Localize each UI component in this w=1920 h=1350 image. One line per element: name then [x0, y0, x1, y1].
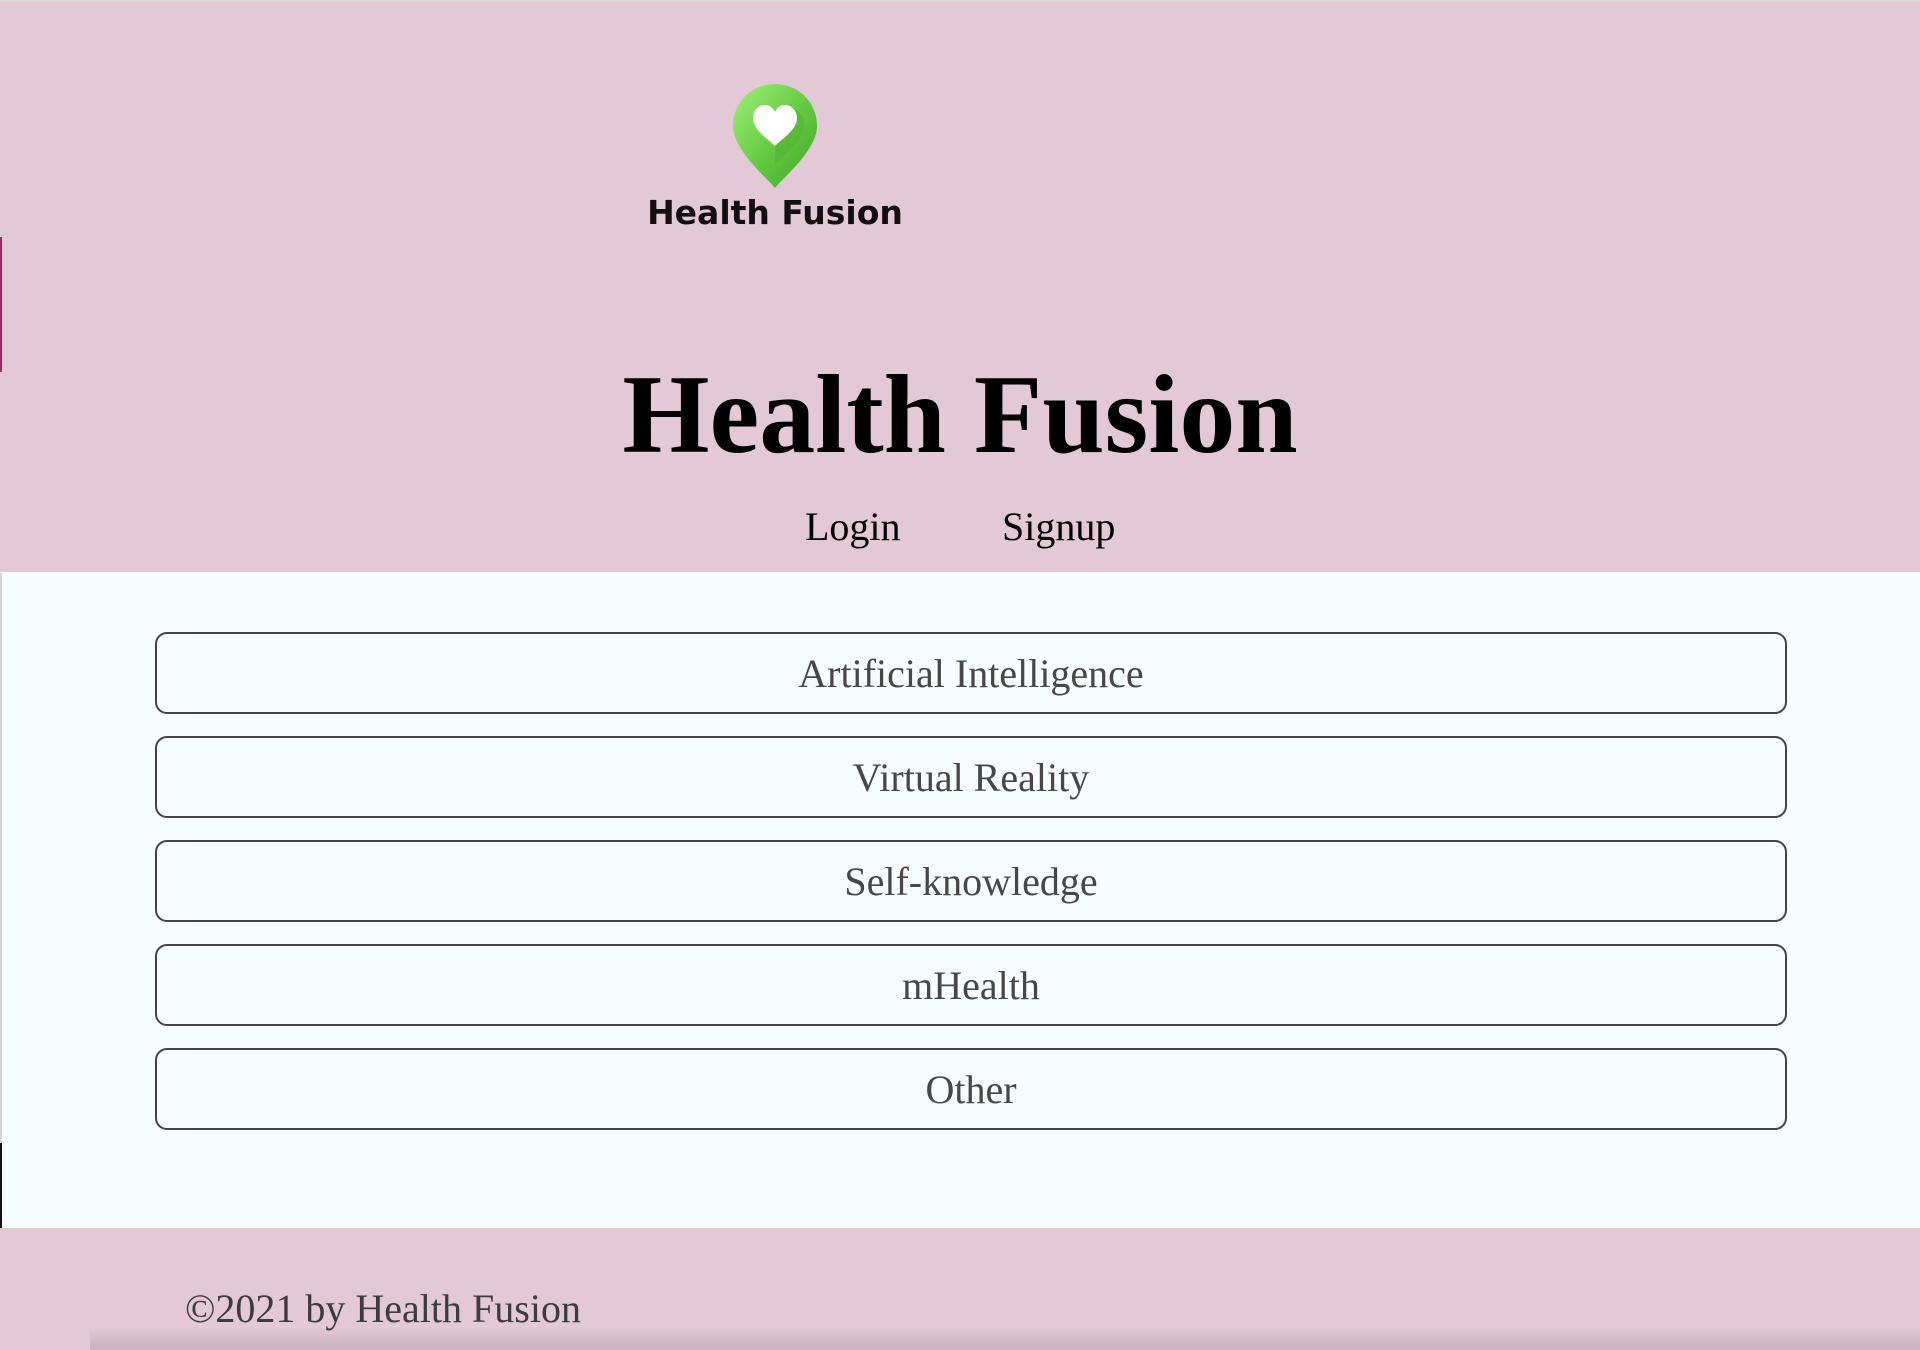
copyright-text: ©2021 by Health Fusion	[185, 1286, 581, 1331]
topic-button-mhealth[interactable]: mHealth	[155, 944, 1787, 1026]
header-nav: Login Signup	[0, 502, 1920, 552]
page: Health Fusion Health Fusion Login Signup…	[0, 0, 1920, 1350]
site-footer: ©2021 by Health Fusion	[0, 1228, 1920, 1350]
signup-link[interactable]: Signup	[1002, 502, 1115, 552]
topic-button-virtual-reality[interactable]: Virtual Reality	[155, 736, 1787, 818]
heart-pin-icon	[733, 84, 817, 188]
topic-button-artificial-intelligence[interactable]: Artificial Intelligence	[155, 632, 1787, 714]
logo-text: Health Fusion	[647, 193, 903, 232]
topic-list: Artificial Intelligence Virtual Reality …	[155, 632, 1787, 1152]
page-title: Health Fusion	[622, 353, 1298, 477]
edge-divider	[0, 573, 2, 1228]
topic-button-self-knowledge[interactable]: Self-knowledge	[155, 840, 1787, 922]
footer-shadow	[90, 1328, 1920, 1350]
site-header: Health Fusion Health Fusion Login Signup	[0, 0, 1920, 572]
topic-button-other[interactable]: Other	[155, 1048, 1787, 1130]
logo[interactable]: Health Fusion	[640, 80, 910, 240]
login-link[interactable]: Login	[805, 502, 901, 552]
